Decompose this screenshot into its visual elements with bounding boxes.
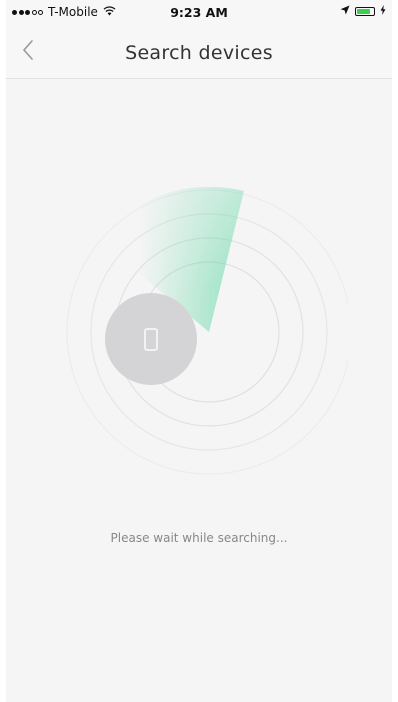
status-time: 9:23 AM [170, 5, 228, 20]
page-title: Search devices [125, 42, 273, 64]
search-status-message: Please wait while searching... [110, 531, 288, 545]
status-right [340, 5, 386, 18]
battery-level-fill [357, 9, 370, 14]
radar-animation [66, 187, 348, 475]
search-content: Please wait while searching... [6, 79, 392, 702]
phone-icon [144, 327, 158, 351]
screen: T-Mobile 9:23 AM Search devices Please w… [6, 0, 392, 702]
navigation-bar: Search devices [6, 24, 392, 79]
charging-icon [380, 5, 386, 18]
battery-icon [355, 7, 375, 16]
device-indicator [105, 293, 197, 385]
location-arrow-icon [340, 5, 350, 18]
status-bar: T-Mobile 9:23 AM [6, 0, 392, 24]
